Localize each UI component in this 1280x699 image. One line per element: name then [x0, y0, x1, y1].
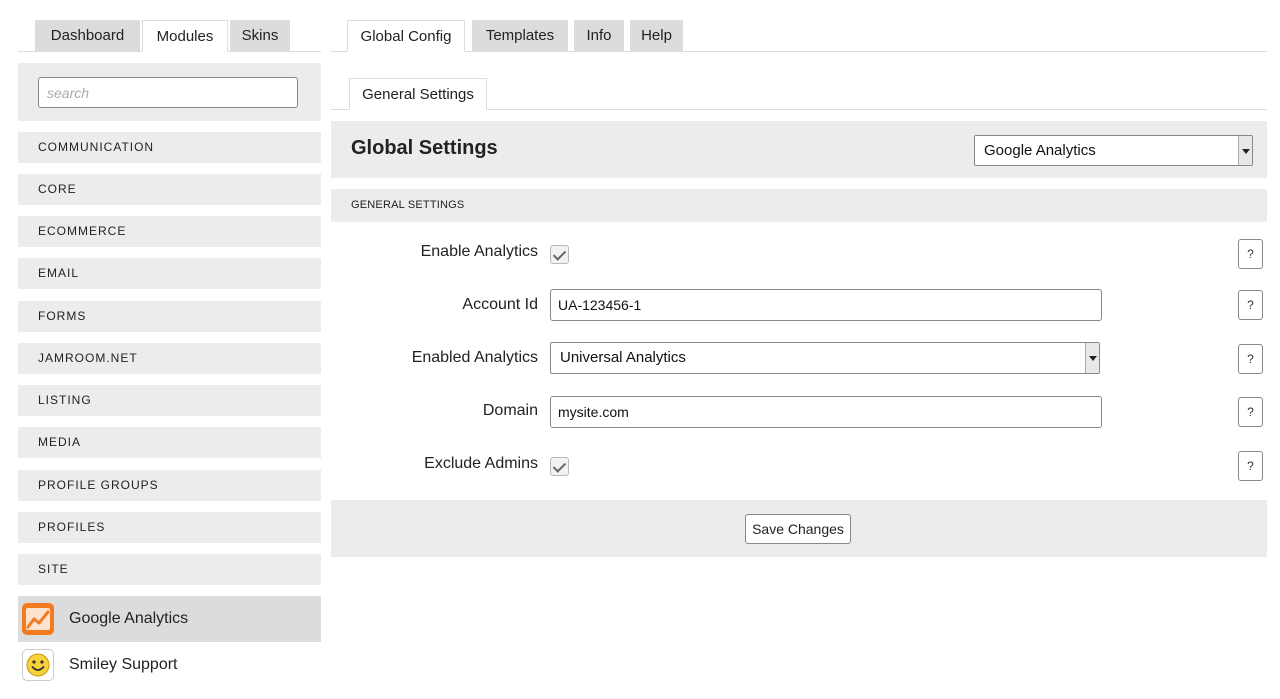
category-email[interactable]: EMAIL [18, 258, 321, 289]
enabled-analytics-select[interactable]: Universal Analytics [550, 342, 1100, 374]
tab-skins[interactable]: Skins [230, 20, 290, 51]
category-forms[interactable]: FORMS [18, 301, 321, 332]
help-button-enable-analytics[interactable]: ? [1238, 239, 1263, 269]
category-ecommerce[interactable]: ECOMMERCE [18, 216, 321, 247]
category-communication[interactable]: COMMUNICATION [18, 132, 321, 163]
module-item-google-analytics[interactable]: Google Analytics [18, 596, 321, 642]
tab-modules[interactable]: Modules [142, 20, 228, 52]
tab-help[interactable]: Help [630, 20, 683, 51]
tab-global-config[interactable]: Global Config [347, 20, 465, 52]
exclude-admins-checkbox[interactable] [550, 457, 569, 476]
category-listing[interactable]: LISTING [18, 385, 321, 416]
help-button-exclude-admins[interactable]: ? [1238, 451, 1263, 481]
config-nav-tabs: Global Config Templates Info Help [331, 0, 1267, 52]
section-title: GENERAL SETTINGS [331, 189, 1267, 222]
enabled-analytics-value: Universal Analytics [560, 349, 686, 366]
settings-header: Global Settings Google Analytics [331, 121, 1267, 178]
chevron-down-icon [1085, 343, 1099, 373]
category-media[interactable]: MEDIA [18, 427, 321, 458]
enabled-analytics-label: Enabled Analytics [411, 349, 538, 366]
account-id-field[interactable] [550, 289, 1102, 321]
tab-general-settings[interactable]: General Settings [349, 78, 487, 110]
help-button-domain[interactable]: ? [1238, 397, 1263, 427]
help-button-account-id[interactable]: ? [1238, 290, 1263, 320]
save-button[interactable]: Save Changes [745, 514, 851, 544]
analytics-chart-icon [22, 603, 54, 635]
page-title: Global Settings [351, 137, 498, 159]
form-footer: Save Changes [331, 500, 1267, 557]
settings-sub-tabs: General Settings [331, 78, 1267, 110]
tab-info[interactable]: Info [574, 20, 624, 51]
help-button-enabled-analytics[interactable]: ? [1238, 344, 1263, 374]
search-input[interactable] [38, 77, 298, 108]
module-search-panel [18, 63, 321, 121]
category-core[interactable]: CORE [18, 174, 321, 205]
module-select[interactable]: Google Analytics [974, 135, 1253, 166]
exclude-admins-label: Exclude Admins [424, 455, 538, 472]
tab-dashboard[interactable]: Dashboard [35, 20, 140, 51]
category-site[interactable]: SITE [18, 554, 321, 585]
module-item-smiley-support[interactable]: Smiley Support [18, 642, 321, 688]
category-profiles[interactable]: PROFILES [18, 512, 321, 543]
enable-analytics-checkbox[interactable] [550, 245, 569, 264]
tab-templates[interactable]: Templates [472, 20, 568, 51]
account-id-label: Account Id [462, 296, 538, 313]
domain-label: Domain [482, 402, 538, 419]
category-profile-groups[interactable]: PROFILE GROUPS [18, 470, 321, 501]
module-select-value: Google Analytics [984, 142, 1096, 159]
module-nav-tabs: Dashboard Modules Skins [18, 0, 321, 52]
enable-analytics-label: Enable Analytics [420, 243, 538, 260]
domain-field[interactable] [550, 396, 1102, 428]
category-jamroom-net[interactable]: JAMROOM.NET [18, 343, 321, 374]
chevron-down-icon [1238, 136, 1252, 165]
module-label: Google Analytics [69, 610, 189, 627]
module-label: Smiley Support [69, 656, 178, 673]
smiley-icon [22, 649, 54, 681]
